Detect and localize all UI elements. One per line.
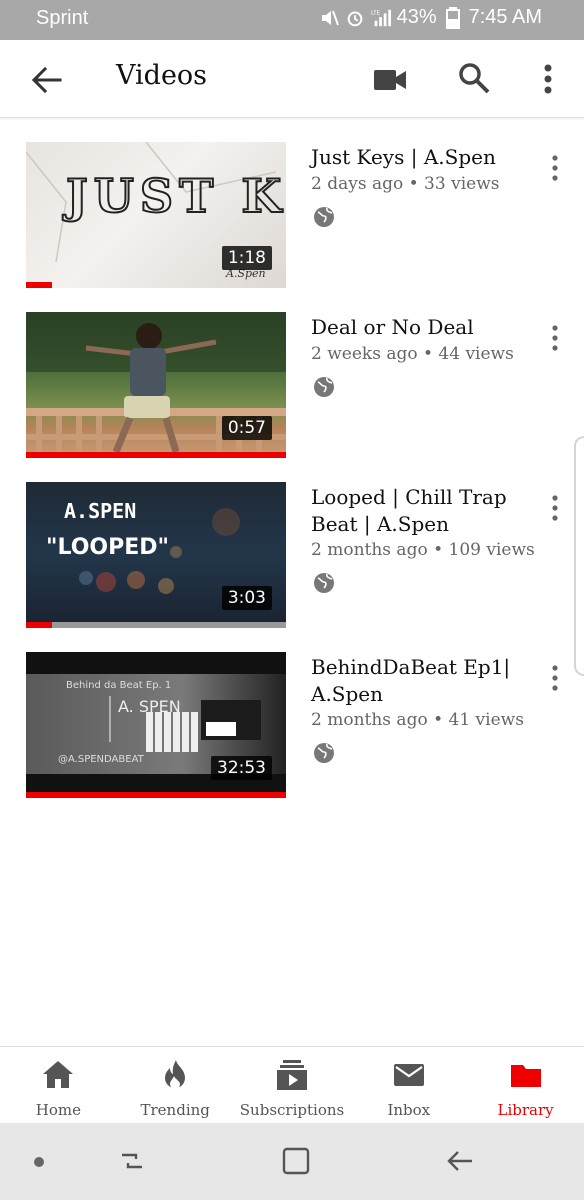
watch-progress	[26, 792, 286, 798]
video-thumbnail[interactable]: 0:57	[26, 312, 286, 458]
svg-text:A.SPEN: A.SPEN	[64, 499, 136, 523]
svg-text:A. SPEN: A. SPEN	[118, 697, 181, 716]
nav-item-subscriptions[interactable]: Subscriptions	[234, 1047, 351, 1123]
video-thumbnail[interactable]: Behind da Beat Ep. 1 A. SPEN @A.SPENDABE…	[26, 652, 286, 798]
nav-item-trending[interactable]: Trending	[117, 1047, 234, 1123]
carrier-label: Sprint	[36, 7, 89, 29]
duration-badge: 32:53	[211, 756, 272, 780]
video-meta: 2 months ago • 41 views	[311, 710, 524, 730]
video-more-icon[interactable]	[544, 154, 566, 182]
home-button-icon[interactable]	[280, 1145, 312, 1177]
public-globe-icon	[314, 207, 334, 227]
status-indicators: LTE 43% 7:45 AM	[319, 6, 542, 29]
alarm-icon	[347, 11, 362, 26]
video-title[interactable]: Deal or No Deal	[311, 314, 536, 341]
folder-icon	[510, 1065, 541, 1087]
page-title: Videos	[116, 60, 208, 91]
svg-text:@A.SPENDABEAT: @A.SPENDABEAT	[58, 754, 145, 765]
clock: 7:45 AM	[468, 6, 542, 28]
video-thumbnail[interactable]: A.SPEN "LOOPED" 3:03	[26, 482, 286, 628]
watch-progress-fill	[26, 792, 286, 798]
public-globe-icon	[314, 573, 334, 593]
mute-icon	[321, 10, 339, 25]
duration-badge: 0:57	[221, 416, 272, 440]
svg-text:Behind da Beat Ep. 1: Behind da Beat Ep. 1	[66, 680, 171, 691]
video-more-icon[interactable]	[544, 324, 566, 352]
svg-text:LTE: LTE	[371, 10, 381, 16]
battery-icon	[445, 6, 460, 29]
duration-badge: 1:18	[221, 246, 272, 270]
nav-dot-icon[interactable]	[34, 1157, 44, 1167]
svg-text:"LOOPED": "LOOPED"	[46, 535, 169, 560]
search-icon[interactable]	[456, 60, 492, 96]
nav-item-home[interactable]: Home	[0, 1047, 117, 1123]
nav-label: Home	[35, 1101, 81, 1119]
svg-text:JUST KEYS: JUST KEYS	[62, 169, 286, 223]
flame-icon	[165, 1060, 186, 1089]
edge-panel-handle[interactable]	[574, 436, 584, 676]
status-bar: Sprint LTE 43% 7:45 AM	[0, 0, 584, 40]
bottom-nav: Home Trending Subscriptions Inbox Librar…	[0, 1046, 584, 1123]
video-item[interactable]: 0:57 Deal or No Deal 2 weeks ago • 44 vi…	[0, 288, 584, 458]
home-icon	[43, 1061, 74, 1088]
app-bar: Videos	[0, 40, 584, 118]
nav-item-inbox[interactable]: Inbox	[350, 1047, 467, 1123]
video-more-icon[interactable]	[544, 664, 566, 692]
public-globe-icon	[314, 743, 334, 763]
duration-badge: 3:03	[221, 586, 272, 610]
video-thumbnail[interactable]: JUST KEYS A.Spen 1:18	[26, 142, 286, 288]
video-meta: 2 weeks ago • 44 views	[311, 344, 514, 364]
mail-icon	[393, 1064, 424, 1086]
back-arrow-icon[interactable]	[26, 60, 66, 100]
video-more-icon[interactable]	[544, 494, 566, 522]
public-globe-icon	[314, 377, 334, 397]
subscriptions-icon	[276, 1060, 307, 1090]
video-title[interactable]: Just Keys | A.Spen	[311, 144, 536, 171]
video-item[interactable]: Behind da Beat Ep. 1 A. SPEN @A.SPENDABE…	[0, 628, 584, 798]
system-nav-bar	[0, 1123, 584, 1200]
video-title[interactable]: Looped | Chill Trap Beat | A.Spen	[311, 484, 536, 538]
recent-apps-icon[interactable]	[116, 1145, 148, 1177]
system-back-icon[interactable]	[444, 1145, 476, 1177]
nav-label: Trending	[140, 1101, 210, 1119]
battery-percent: 43%	[396, 6, 437, 28]
signal-icon: LTE	[371, 9, 391, 26]
videocam-icon[interactable]	[372, 62, 408, 98]
video-meta: 2 months ago • 109 views	[311, 540, 535, 560]
more-vert-icon[interactable]	[534, 60, 562, 100]
video-title[interactable]: BehindDaBeat Ep1| A.Spen	[311, 654, 536, 708]
video-item[interactable]: JUST KEYS A.Spen 1:18 Just Keys | A.Spen…	[0, 118, 584, 288]
nav-label: Library	[497, 1101, 554, 1119]
video-item[interactable]: A.SPEN "LOOPED" 3:03 Looped | Chill Trap…	[0, 458, 584, 628]
video-meta: 2 days ago • 33 views	[311, 174, 500, 194]
nav-item-library[interactable]: Library	[467, 1047, 584, 1123]
nav-label: Inbox	[387, 1101, 431, 1119]
nav-label: Subscriptions	[239, 1101, 345, 1119]
